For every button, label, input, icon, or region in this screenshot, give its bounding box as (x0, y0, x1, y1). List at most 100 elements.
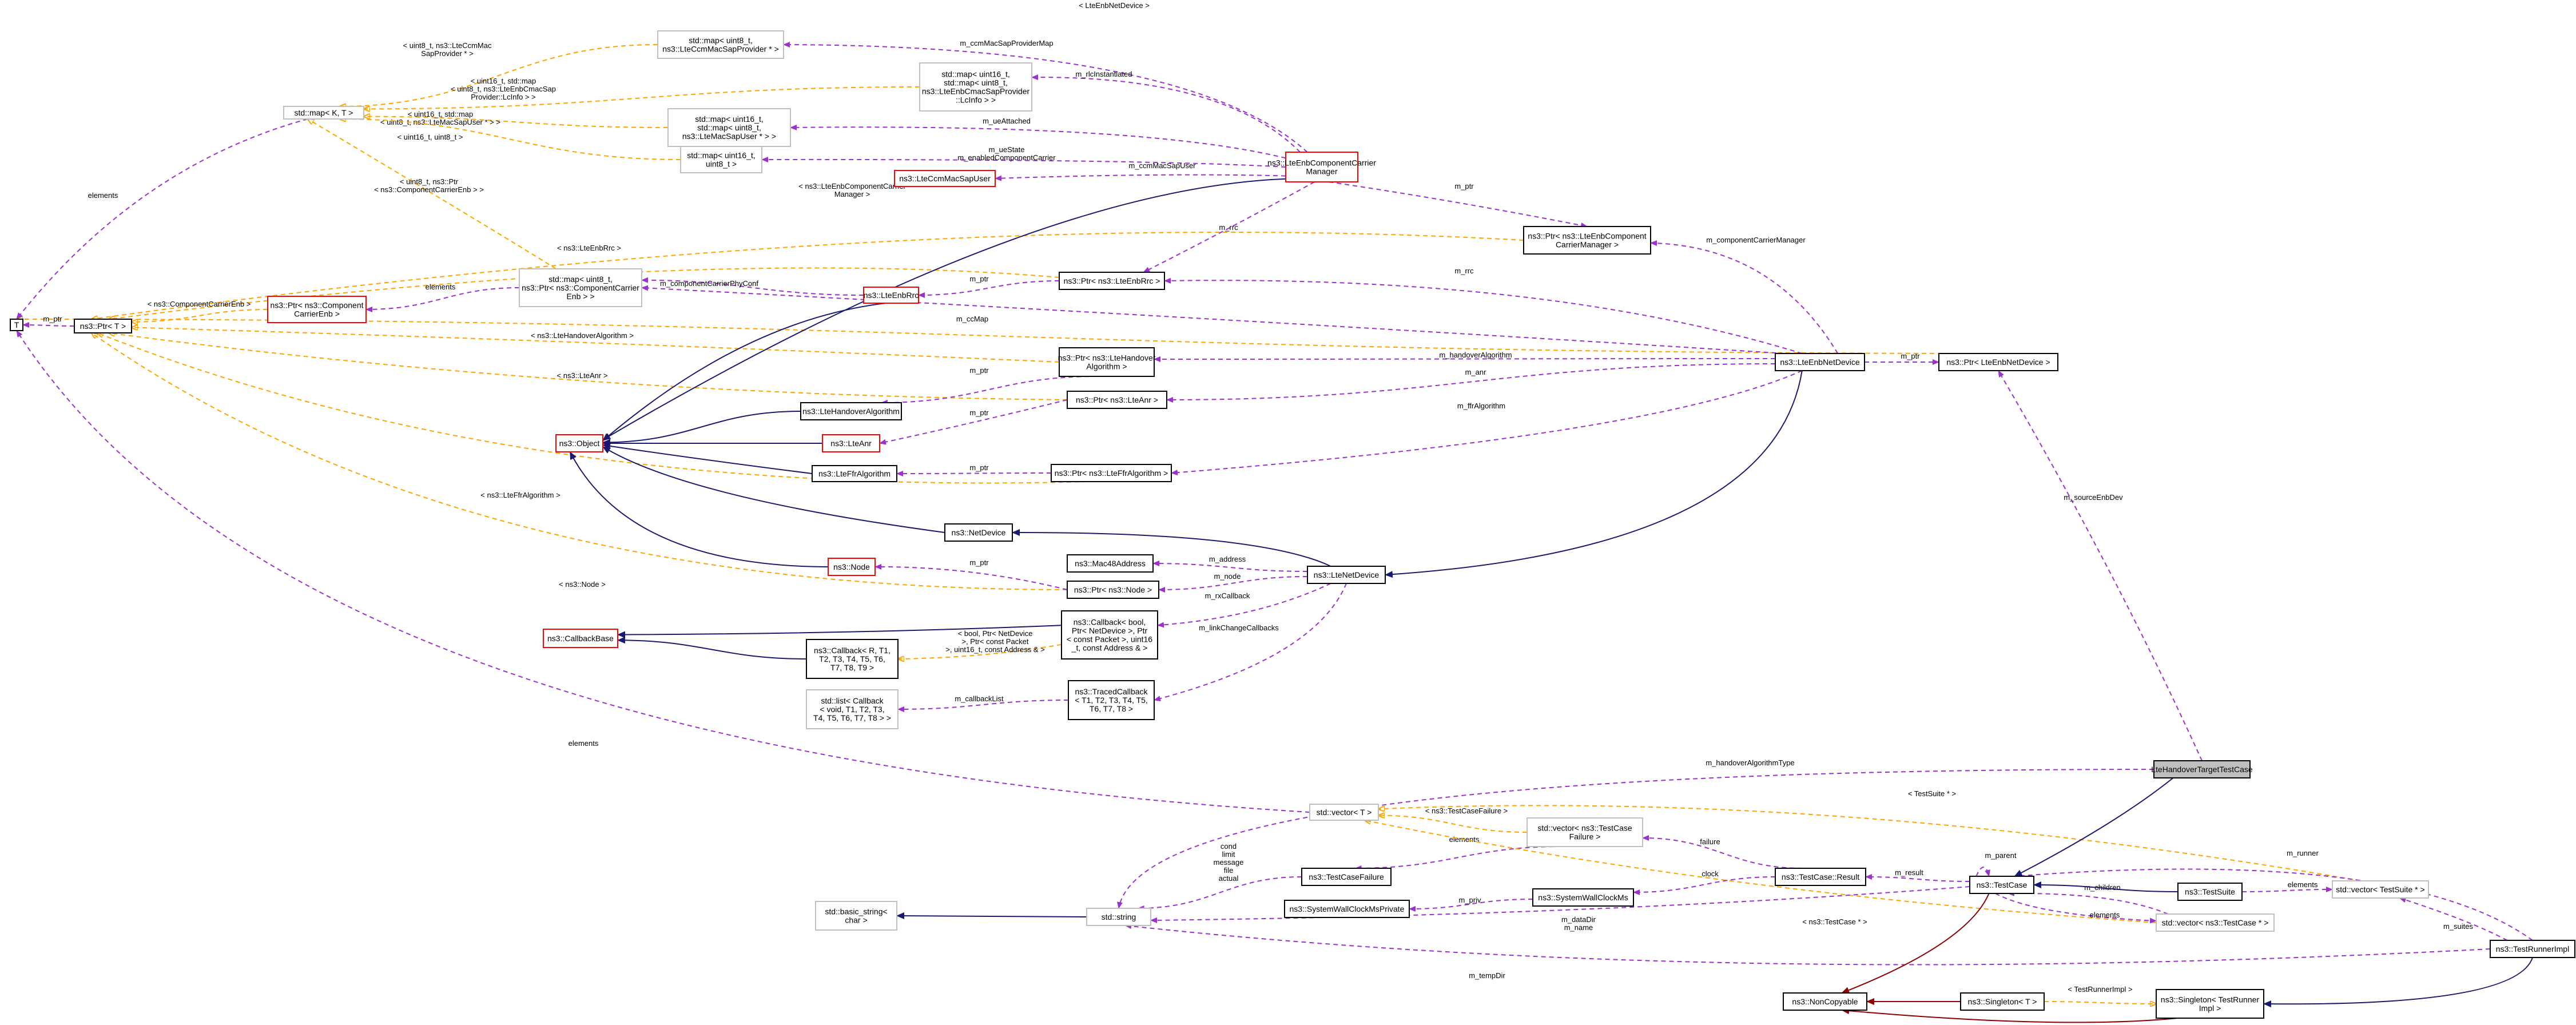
node-ffr[interactable]: ns3::LteFfrAlgorithm (812, 465, 897, 482)
node-label: ns3::Ptr< ns3::LteEnbComponent (1528, 232, 1647, 241)
node-object[interactable]: ns3::Object (555, 434, 603, 452)
node-label: ns3::Node (833, 562, 870, 571)
edge-label: m_runner (2287, 849, 2319, 857)
node-ptr-enbdev[interactable]: ns3::Ptr< LteEnbNetDevice > (1938, 353, 2058, 371)
node-map-cmacuser[interactable]: std::map< uint16_t,std::map< uint8_t,ns3… (667, 108, 791, 147)
node-wallclock-priv[interactable]: ns3::SystemWallClockMsPrivate (1284, 900, 1410, 918)
edge-label: elements (569, 739, 599, 748)
node-ccm[interactable]: ns3::LteEnbComponentCarrierManager (1267, 152, 1376, 182)
node-mac48[interactable]: ns3::Mac48Address (1067, 554, 1154, 573)
node-label: ns3::Callback< bool, (1074, 618, 1146, 627)
node-label: std::basic_string< (825, 907, 887, 916)
node-ptr-cc[interactable]: ns3::Ptr< ns3::ComponentCarrierEnb > (267, 296, 367, 323)
node-cbbase[interactable]: ns3::CallbackBase (543, 629, 618, 648)
node-singleton-runner[interactable]: ns3::Singleton< TestRunnerImpl > (2156, 989, 2264, 1019)
node-map-ccm[interactable]: std::map< uint8_t,ns3::LteCcmMacSapProvi… (657, 30, 784, 59)
node-rrc[interactable]: ns3::LteEnbRrc (863, 287, 919, 304)
edge-label: < ns3::LteFfrAlgorithm > (480, 491, 560, 499)
edge-label: m_address (1209, 555, 1246, 563)
node-list-cb[interactable]: std::list< Callback< void, T1, T2, T3,T4… (806, 689, 899, 729)
edge-label: m_ccmMacSapUser (1128, 161, 1196, 170)
node-cb-generic[interactable]: ns3::Callback< R, T1,T2, T3, T4, T5, T6,… (806, 639, 899, 679)
edge-label: < uint16_t, std::map (408, 110, 474, 118)
edge-label: actual (1219, 874, 1239, 883)
node-label: CarrierManager > (1556, 240, 1619, 249)
node-map-K-T[interactable]: std::map< K, T > (283, 106, 364, 120)
node-label: ns3::Callback< R, T1, (814, 646, 891, 655)
node-label: ns3::Ptr< LteEnbNetDevice > (1946, 357, 2050, 367)
node-traced-cb[interactable]: ns3::TracedCallback< T1, T2, T3, T4, T5,… (1068, 680, 1155, 720)
edge-ccm-lcinfo (1031, 74, 1301, 153)
node-singleton[interactable]: ns3::Singleton< T > (1960, 992, 2045, 1011)
node-ptr-anr[interactable]: ns3::Ptr< ns3::LteAnr > (1067, 391, 1167, 409)
node-ptr-T[interactable]: ns3::Ptr< T > (74, 319, 132, 333)
node-label: Algorithm > (1086, 362, 1127, 371)
node-ptr-ccm[interactable]: ns3::Ptr< ns3::LteEnbComponentCarrierMan… (1523, 226, 1651, 255)
node-map-lcinfo[interactable]: std::map< uint16_t,std::map< uint8_t,ns3… (919, 62, 1032, 112)
node-T[interactable]: T (10, 319, 23, 331)
node-netdev[interactable]: ns3::NetDevice (944, 523, 1013, 542)
node-testcase-main[interactable]: LteHandoverTargetTestCase (2151, 760, 2253, 778)
node-vec-suite[interactable]: std::vector< TestSuite * > (2332, 880, 2429, 899)
node-label: uint8_t > (706, 160, 737, 169)
edge-enbdev-mapcc (641, 285, 1784, 354)
edge-label: m_linkChangeCallbacks (1199, 623, 1279, 632)
edge-suite-vecsuite (2241, 887, 2333, 893)
node-label: ns3::LteEnbRrc (864, 291, 919, 300)
node-ltenetdev[interactable]: ns3::LteNetDevice (1307, 566, 1386, 584)
edge-label: m_tempDir (1469, 971, 1505, 980)
edge-label: < ns3::ComponentCarrierEnb > > (374, 185, 484, 194)
node-ccm-user[interactable]: ns3::LteCcmMacSapUser (894, 170, 996, 187)
node-runner[interactable]: ns3::TestRunnerImpl (2490, 940, 2575, 958)
edge-label: >, uint16_t, const Address & > (945, 645, 1044, 654)
inheritance-edge (602, 178, 1286, 440)
node-vec-tc[interactable]: std::vector< ns3::TestCase * > (2156, 913, 2275, 932)
node-label: ns3::Singleton< TestRunner (2161, 995, 2259, 1004)
node-testsuite[interactable]: ns3::TestSuite (2177, 883, 2243, 901)
edge-label: < ns3::Node > (559, 580, 606, 589)
node-label: ns3::Singleton< T > (1968, 997, 2037, 1006)
node-ho[interactable]: ns3::LteHandoverAlgorithm (800, 402, 902, 420)
edge-result-tc (1865, 874, 1970, 882)
node-label: Enb > > (566, 292, 594, 301)
node-cb-bool[interactable]: ns3::Callback< bool,Ptr< NetDevice >, Pt… (1061, 610, 1158, 660)
node-ptr-node[interactable]: ns3::Ptr< ns3::Node > (1067, 581, 1159, 599)
node-tcfailure[interactable]: ns3::TestCaseFailure (1301, 868, 1392, 886)
node-testcase[interactable]: ns3::TestCase (1969, 876, 2034, 894)
node-label: ns3::CallbackBase (547, 634, 614, 643)
edge-label: m_suites (2443, 922, 2474, 931)
node-enbdev[interactable]: ns3::LteEnbNetDevice (1775, 353, 1865, 371)
node-wallclock[interactable]: ns3::SystemWallClockMs (1532, 888, 1634, 907)
node-ptr-ho[interactable]: ns3::Ptr< ns3::LteHandoverAlgorithm > (1058, 347, 1156, 377)
node-label: ns3::SystemWallClockMs (1538, 893, 1628, 902)
node-map-cc[interactable]: std::map< uint8_t,ns3::Ptr< ns3::Compone… (519, 268, 642, 307)
node-ptr-ffr[interactable]: ns3::Ptr< ns3::LteFfrAlgorithm > (1051, 464, 1172, 482)
node-label: ns3::TestCase (1977, 880, 2028, 889)
edge-label: elements (88, 191, 118, 200)
node-label: LteHandoverTargetTestCase (2151, 765, 2253, 774)
edge-label: m_rrc (1454, 267, 1474, 275)
node-node[interactable]: ns3::Node (828, 558, 876, 576)
node-label: std::map< uint16_t, (941, 70, 1009, 79)
node-vector-T[interactable]: std::vector< T > (1309, 804, 1379, 821)
edge-label: m_handoverAlgorithm (1439, 351, 1512, 359)
node-ptr-rrc[interactable]: ns3::Ptr< ns3::LteEnbRrc > (1059, 272, 1165, 290)
node-noncopyable[interactable]: ns3::NonCopyable (1783, 992, 1867, 1011)
edge-label: m_node (1214, 572, 1241, 581)
edge-label: < TestRunnerImpl > (2068, 985, 2132, 994)
node-label: CarrierEnb > (294, 309, 340, 319)
node-map-u16-u8[interactable]: std::map< uint16_t,uint8_t > (680, 146, 762, 173)
node-label: std::map< uint8_t, (697, 123, 761, 132)
node-basic-string[interactable]: std::basic_string<char > (815, 901, 897, 931)
edge-label: limit (1222, 850, 1235, 859)
node-label: char > (845, 916, 867, 925)
edge-tc-tc (1975, 867, 1990, 877)
node-vec-failure[interactable]: std::vector< ns3::TestCaseFailure > (1526, 817, 1643, 847)
node-label: Failure > (1569, 832, 1601, 841)
edge-string-runner (1124, 923, 2491, 966)
node-stdstring[interactable]: std::string (1086, 908, 1151, 926)
node-label: ns3::LteNetDevice (1314, 570, 1380, 579)
inheritance-edge (1841, 1007, 2178, 1023)
node-tcresult[interactable]: ns3::TestCase::Result (1775, 868, 1866, 886)
node-anr[interactable]: ns3::LteAnr (822, 434, 880, 452)
